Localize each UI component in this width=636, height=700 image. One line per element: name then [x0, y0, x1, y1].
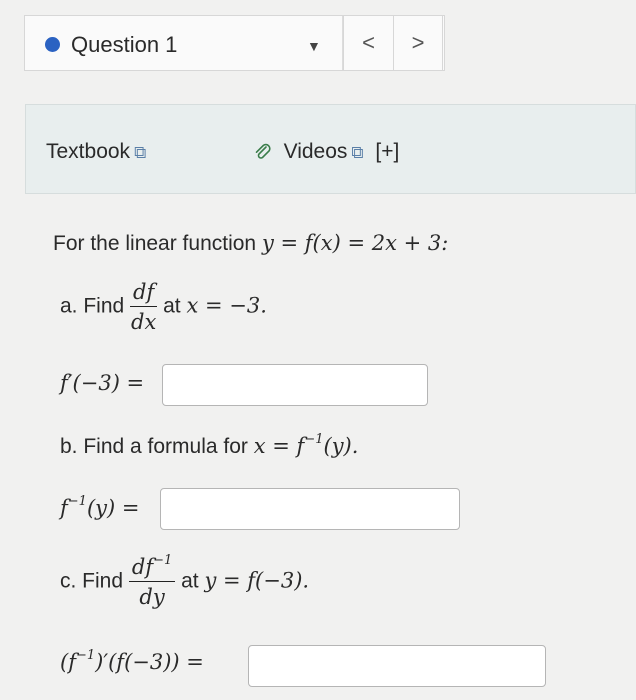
part-c-prefix: c. Find [60, 569, 124, 593]
derivative-fraction: df dx [130, 280, 158, 334]
part-b-formula: x = f−1(y). [253, 432, 359, 458]
part-a-point: x = −3. [186, 293, 267, 318]
part-b-label-tail: (y) = [86, 496, 140, 520]
question-nav-bar: Question 1 ▼ < > [24, 15, 445, 71]
fraction-denominator: dy [139, 585, 165, 609]
intro-text: For the linear function [53, 232, 257, 255]
part-a-answer-label: f′(−3) = [60, 371, 145, 395]
expand-videos-button[interactable]: [+] [375, 140, 399, 163]
part-b-answer-label: f−1(y) = [60, 494, 140, 520]
inverse-superscript: −1 [67, 494, 87, 509]
part-a-prompt: a. Find df dx at x = −3. [60, 280, 267, 334]
chevron-left-icon: < [362, 30, 375, 55]
fraction-numerator: df [130, 280, 158, 307]
textbook-link[interactable]: Textbook ⧉ [46, 140, 146, 164]
part-b-formula-main: x = f [253, 434, 305, 458]
numerator-df: df [131, 555, 154, 579]
paperclip-icon [252, 141, 278, 163]
part-c-at: at [181, 569, 199, 593]
previous-question-button[interactable]: < [343, 16, 393, 70]
question-title: Question 1 [71, 32, 178, 57]
chevron-down-icon[interactable]: ▼ [307, 38, 321, 54]
part-a-at: at [163, 294, 181, 318]
part-b-formula-tail: (y). [323, 434, 359, 458]
next-question-button[interactable]: > [393, 16, 443, 70]
part-c-point: y = f(−3). [204, 568, 310, 593]
part-b-prompt: b. Find a formula for x = f−1(y). [60, 432, 359, 459]
inverse-superscript: −1 [153, 553, 173, 568]
external-link-icon: ⧉ [134, 143, 147, 162]
question-status-dot [45, 37, 60, 52]
part-c-answer-label: (f−1)′(f(−3)) = [60, 648, 204, 674]
part-a-answer-input[interactable] [162, 364, 428, 406]
fraction-denominator: dx [131, 310, 157, 334]
question-select[interactable]: Question 1 ▼ [25, 16, 343, 70]
part-a-prefix: a. Find [60, 294, 125, 318]
textbook-label: Textbook [46, 140, 131, 163]
part-b-label-f: f [60, 496, 68, 520]
problem-intro: For the linear function y = f(x) = 2x + … [53, 231, 448, 256]
videos-label: Videos [283, 140, 348, 163]
external-link-icon: ⧉ [351, 143, 364, 162]
inverse-superscript: −1 [75, 648, 96, 663]
part-b-prefix: b. Find a formula for [60, 435, 248, 458]
part-b-answer-input[interactable] [160, 488, 460, 530]
chevron-right-icon: > [411, 30, 425, 55]
part-c-label-tail: )′(f(−3)) = [95, 650, 204, 674]
inverse-derivative-fraction: df−1 dy [128, 553, 176, 609]
resources-panel: Textbook ⧉ Videos ⧉ [+] [25, 104, 636, 194]
part-c-prompt: c. Find df−1 dy at y = f(−3). [60, 553, 310, 609]
part-c-answer-input[interactable] [248, 645, 546, 687]
intro-function: y = f(x) = 2x + 3: [261, 231, 449, 255]
part-c-label-head: (f [60, 650, 76, 674]
fraction-numerator: df−1 [128, 553, 176, 582]
inverse-superscript: −1 [304, 432, 324, 447]
videos-link[interactable]: Videos ⧉ [+] [252, 140, 399, 164]
